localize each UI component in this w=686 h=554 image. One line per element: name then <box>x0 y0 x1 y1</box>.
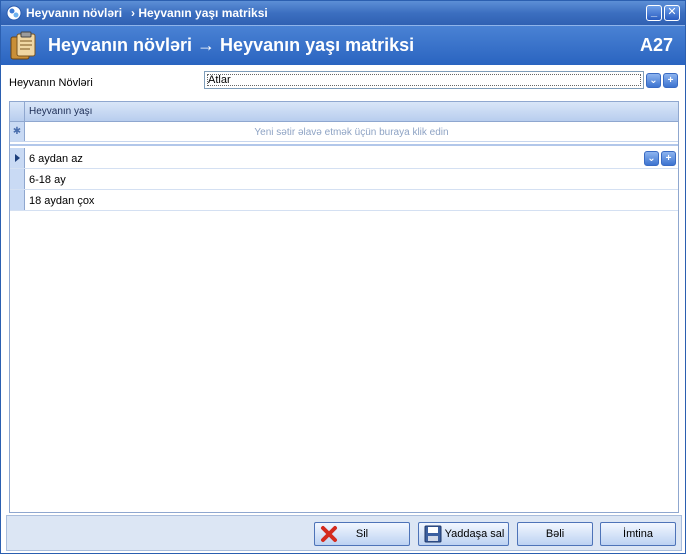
ok-label: Bəli <box>545 528 565 540</box>
cancel-button[interactable]: İmtina <box>600 522 676 546</box>
table-cell[interactable]: 18 aydan çox <box>29 195 94 207</box>
close-button[interactable]: ✕ <box>664 5 680 21</box>
minimize-icon: _ <box>650 6 658 18</box>
current-row-arrow-icon <box>15 154 20 162</box>
footer-bar: Sil Yaddaşa sal Bəli İmtina <box>6 515 682 551</box>
animal-types-dropdown-button[interactable]: ⌄ <box>646 73 661 88</box>
save-label: Yaddaşa sal <box>444 528 505 540</box>
window-breadcrumb: › Heyvanın yaşı matriksi <box>131 6 268 20</box>
table-row[interactable]: 6 aydan az ⌄ + <box>10 148 678 169</box>
row-indicator[interactable] <box>10 148 25 168</box>
animal-types-combo[interactable]: Atlar <box>204 71 644 89</box>
save-button[interactable]: Yaddaşa sal <box>418 522 509 546</box>
form-code: A27 <box>639 35 673 55</box>
new-row[interactable]: ✱ Yeni sətir əlavə etmək üçün buraya kli… <box>10 122 678 142</box>
new-row-hint: Yeni sətir əlavə etmək üçün buraya klik … <box>254 127 449 138</box>
chevron-down-icon: ⌄ <box>649 75 658 86</box>
grid-header-indicator <box>10 102 25 121</box>
row-add-button[interactable]: + <box>661 151 676 166</box>
table-row[interactable]: 18 aydan çox <box>10 190 678 211</box>
row-dropdown-button[interactable]: ⌄ <box>644 151 659 166</box>
table-cell[interactable]: 6-18 ay <box>29 174 66 186</box>
window-title: Heyvanın növləri <box>26 6 123 20</box>
title-bar: Heyvanın növləri › Heyvanın yaşı matriks… <box>1 1 685 25</box>
delete-button[interactable]: Sil <box>314 522 410 546</box>
plus-icon: + <box>665 153 672 164</box>
animal-types-add-button[interactable]: + <box>663 73 678 88</box>
new-row-separator <box>10 144 678 146</box>
clipboard-documents-icon <box>10 31 36 60</box>
app-logo-icon <box>6 5 22 21</box>
chevron-down-icon: ⌄ <box>647 153 656 164</box>
cancel-label: İmtina <box>623 528 653 540</box>
row-indicator[interactable] <box>10 169 25 189</box>
animal-types-label: Heyvanın Növləri <box>9 77 93 89</box>
ok-button[interactable]: Bəli <box>517 522 593 546</box>
grid-header: Heyvanın yaşı <box>10 102 678 122</box>
floppy-disk-icon <box>424 525 442 543</box>
close-icon: ✕ <box>667 6 677 18</box>
delete-label: Sil <box>355 528 369 540</box>
app-window: Heyvanın növləri › Heyvanın yaşı matriks… <box>0 0 686 554</box>
plus-icon: + <box>667 75 674 86</box>
row-indicator[interactable] <box>10 190 25 210</box>
column-header-animal-age[interactable]: Heyvanın yaşı <box>29 106 92 117</box>
age-grid: Heyvanın yaşı ✱ Yeni sətir əlavə etmək ü… <box>9 101 679 513</box>
animal-types-value: Atlar <box>208 74 231 86</box>
table-row[interactable]: 6-18 ay <box>10 169 678 190</box>
new-row-icon: ✱ <box>10 122 25 141</box>
page-title: Heyvanın növləri → Heyvanın yaşı matriks… <box>48 35 415 55</box>
page-header: Heyvanın növləri → Heyvanın yaşı matriks… <box>1 25 685 65</box>
minimize-button[interactable]: _ <box>646 5 662 21</box>
table-cell[interactable]: 6 aydan az <box>29 153 83 165</box>
